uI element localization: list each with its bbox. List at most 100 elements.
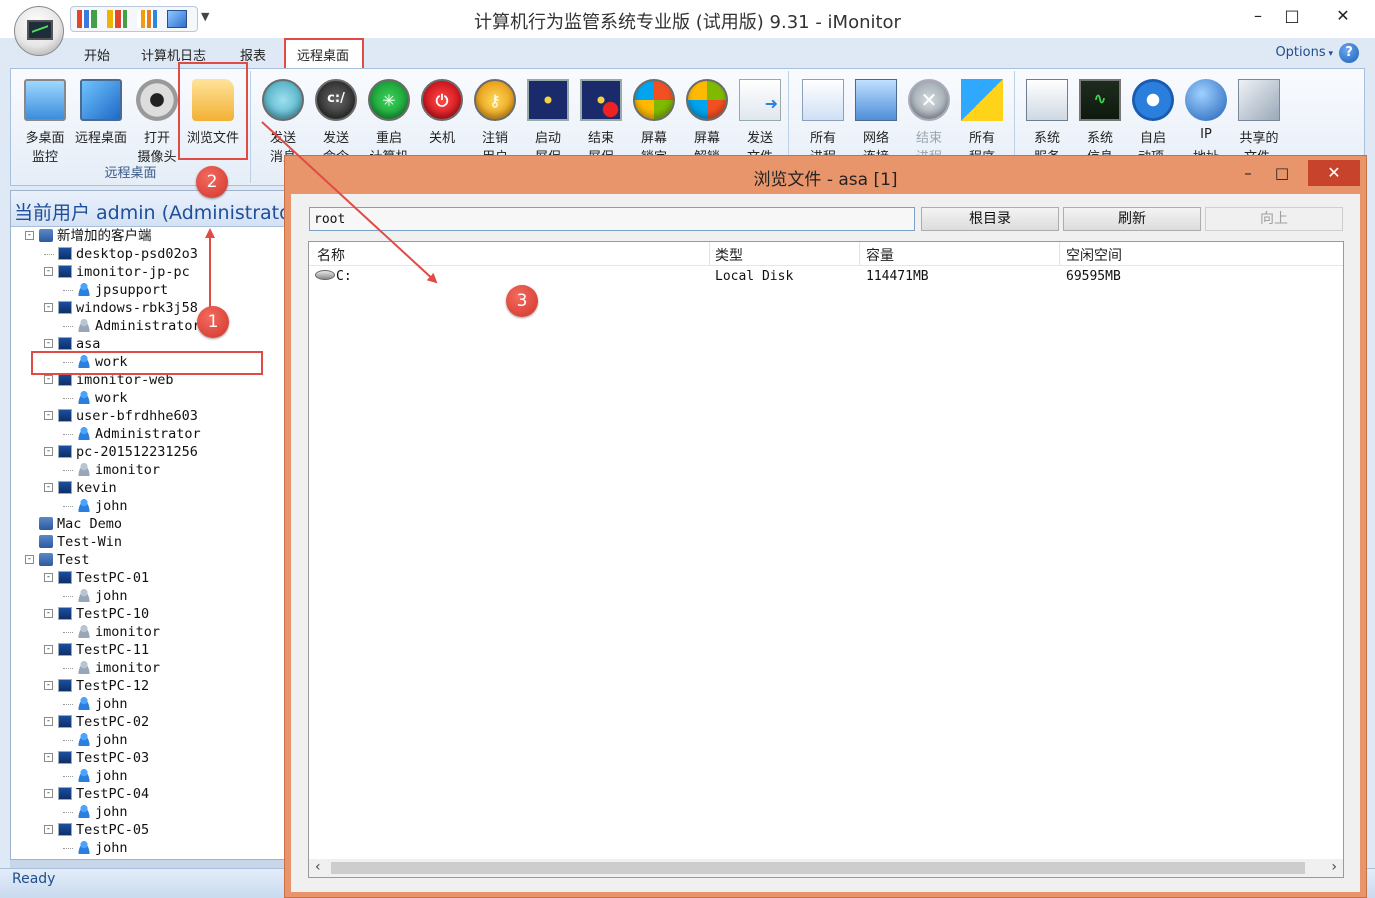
tab-remote-desktop[interactable]: 远程桌面 <box>297 45 349 64</box>
network-button[interactable]: 网络 连接 <box>850 75 902 165</box>
minimize-button[interactable]: – <box>1241 2 1275 30</box>
tree-user-node[interactable]: john <box>63 839 128 857</box>
expand-collapse-icon[interactable]: - <box>44 375 53 384</box>
file-row[interactable]: C: Local Disk 114471MB 69595MB <box>309 268 1343 288</box>
start-screensaver-button[interactable]: 启动 屏保 <box>522 75 574 165</box>
tree-user-node[interactable]: work <box>63 389 128 407</box>
send-command-button[interactable]: c:/ 发送 命令 <box>310 75 362 165</box>
startup-button[interactable]: 自启 动项▾ <box>1127 75 1179 165</box>
expand-collapse-icon[interactable]: - <box>44 717 53 726</box>
send-message-button[interactable]: 发送 消息 <box>257 75 309 165</box>
expand-collapse-icon[interactable]: - <box>44 825 53 834</box>
dialog-close-button[interactable]: ✕ <box>1308 160 1360 186</box>
logoff-button[interactable]: ⚷ 注销 用户 <box>469 75 521 165</box>
tree-user-node[interactable]: Administrator <box>63 425 201 443</box>
remote-desktop-button[interactable]: 远程桌面 <box>75 75 127 159</box>
tree-computer-node[interactable]: desktop-psd02o3 <box>44 245 198 263</box>
scroll-right-icon[interactable]: › <box>1331 859 1337 875</box>
tree-user-node[interactable]: jpsupport <box>63 281 168 299</box>
expand-collapse-icon[interactable]: - <box>44 573 53 582</box>
ip-button[interactable]: IP 地址 <box>1180 75 1232 165</box>
dialog-minimize-button[interactable]: – <box>1232 160 1264 186</box>
processes-button[interactable]: 所有 进程 <box>797 75 849 165</box>
close-button[interactable]: ✕ <box>1321 2 1365 30</box>
column-divider[interactable] <box>859 242 860 265</box>
help-icon[interactable]: ? <box>1339 43 1359 63</box>
tree-user-node[interactable]: john <box>63 767 128 785</box>
dialog-maximize-button[interactable]: □ <box>1266 160 1298 186</box>
expand-collapse-icon[interactable]: - <box>25 555 34 564</box>
tree-computer-node[interactable]: - TestPC-03 <box>44 749 149 767</box>
column-divider[interactable] <box>1059 242 1060 265</box>
lock-screen-button[interactable]: 屏幕 锁定 <box>628 75 680 165</box>
expand-collapse-icon[interactable]: - <box>44 609 53 618</box>
sysinfo-button[interactable]: ∿ 系统 信息 <box>1074 75 1126 165</box>
options-menu[interactable]: Options ▾ <box>1275 45 1333 60</box>
horizontal-scrollbar[interactable]: ‹ › <box>309 859 1343 877</box>
expand-collapse-icon[interactable]: - <box>44 267 53 276</box>
expand-collapse-icon[interactable]: - <box>44 789 53 798</box>
tree-computer-node[interactable]: - TestPC-02 <box>44 713 149 731</box>
expand-collapse-icon[interactable]: - <box>44 483 53 492</box>
tree-user-node[interactable]: john <box>63 803 128 821</box>
tree-user-node[interactable]: john <box>63 497 128 515</box>
unlock-screen-button[interactable]: 屏幕 解锁 <box>681 75 733 165</box>
tree-computer-node[interactable]: - TestPC-10 <box>44 605 149 623</box>
column-divider[interactable] <box>709 242 710 265</box>
shared-files-button[interactable]: 共享的 文件▾ <box>1233 75 1285 165</box>
send-file-button[interactable]: ➜ 发送 文件 <box>734 75 786 165</box>
tree-group-node[interactable]: Test-Win <box>39 533 122 551</box>
expand-collapse-icon[interactable]: - <box>44 681 53 690</box>
webcam-button[interactable]: 打开 摄像头 <box>131 75 183 165</box>
scroll-left-icon[interactable]: ‹ <box>315 859 321 875</box>
kill-process-button[interactable]: ✕ 结束 进程 <box>903 75 955 165</box>
expand-collapse-icon[interactable]: - <box>44 645 53 654</box>
column-header-free-space[interactable]: 空闲空间 <box>1066 245 1122 265</box>
tree-user-node[interactable]: imonitor <box>63 461 160 479</box>
tree-user-node[interactable]: john <box>63 731 128 749</box>
tree-user-node[interactable]: imonitor <box>63 623 160 641</box>
multi-desktop-button[interactable]: 多桌面 监控 <box>19 75 71 165</box>
tree-group-node[interactable]: Mac Demo <box>39 515 122 533</box>
tree-computer-node[interactable]: - TestPC-11 <box>44 641 149 659</box>
services-button[interactable]: 系统 服务 <box>1021 75 1073 165</box>
tree-computer-node[interactable]: - imonitor-jp-pc <box>44 263 190 281</box>
stop-screensaver-button[interactable]: 结束 屏保 <box>575 75 627 165</box>
expand-collapse-icon[interactable]: - <box>44 303 53 312</box>
expand-collapse-icon[interactable]: - <box>44 753 53 762</box>
tree-group-node[interactable]: - 新增加的客户端 <box>25 227 152 245</box>
tree-computer-node[interactable]: - TestPC-01 <box>44 569 149 587</box>
tree-group-node[interactable]: - Test <box>25 551 90 569</box>
expand-collapse-icon[interactable]: - <box>44 447 53 456</box>
tree-computer-node[interactable]: - user-bfrdhhe603 <box>44 407 198 425</box>
programs-button[interactable]: 所有 程序 <box>956 75 1008 165</box>
tree-computer-node[interactable]: - pc-201512231256 <box>44 443 198 461</box>
tree-computer-node[interactable]: - TestPC-12 <box>44 677 149 695</box>
scrollbar-thumb[interactable] <box>331 862 1305 874</box>
restart-button[interactable]: ✳ 重启 计算机 <box>363 75 415 165</box>
expand-collapse-icon[interactable]: - <box>25 231 34 240</box>
tree-user-node[interactable]: john <box>63 695 128 713</box>
app-menu-button[interactable] <box>14 6 64 56</box>
shutdown-button[interactable]: ⏻ 关机 <box>416 75 468 159</box>
column-header-name[interactable]: 名称 <box>317 245 345 265</box>
left-panel-scrollbar[interactable] <box>10 860 286 868</box>
tree-computer-node[interactable]: - TestPC-05 <box>44 821 149 839</box>
tree-computer-node[interactable]: - TestPC-04 <box>44 785 149 803</box>
tree-user-node[interactable]: imonitor <box>63 659 160 677</box>
tree-computer-node[interactable]: - windows-rbk3j58 <box>44 299 198 317</box>
expand-collapse-icon[interactable]: - <box>44 339 53 348</box>
up-button[interactable]: 向上 <box>1205 207 1343 231</box>
root-dir-button[interactable]: 根目录 <box>921 207 1059 231</box>
tree-computer-node[interactable]: - kevin <box>44 479 117 497</box>
tree-user-node[interactable]: john <box>63 587 128 605</box>
column-header-capacity[interactable]: 容量 <box>866 245 894 265</box>
path-input[interactable] <box>309 207 915 231</box>
expand-collapse-icon[interactable]: - <box>44 411 53 420</box>
maximize-button[interactable]: □ <box>1275 2 1309 30</box>
tree-user-node[interactable]: Administrator <box>63 317 201 335</box>
column-header-type[interactable]: 类型 <box>715 245 743 265</box>
shutdown-icon: ⏻ <box>421 79 463 121</box>
refresh-button[interactable]: 刷新 <box>1063 207 1201 231</box>
tab-start[interactable]: 开始 <box>84 45 110 64</box>
